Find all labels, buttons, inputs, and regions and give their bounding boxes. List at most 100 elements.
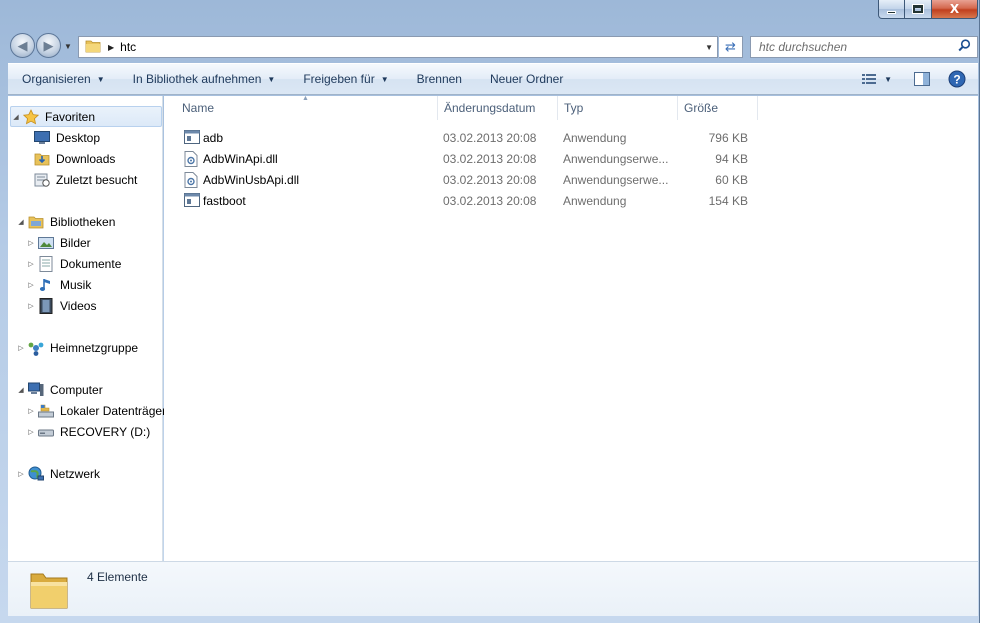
share-with-label: Freigeben für <box>303 72 375 86</box>
file-row[interactable]: fastboot 03.02.2013 20:08 Anwendung 154 KB <box>176 190 756 211</box>
tree-item-recent[interactable]: Zuletzt besucht <box>34 169 137 190</box>
item-count: 4 Elemente <box>87 570 148 584</box>
file-size: 154 KB <box>708 193 748 208</box>
file-name: AdbWinUsbApi.dll <box>203 172 300 187</box>
tree-label: Musik <box>60 277 92 292</box>
collapsed-arrow-icon[interactable]: ▷ <box>26 281 36 289</box>
help-button[interactable]: ? <box>944 64 978 94</box>
minimize-button[interactable] <box>878 0 905 19</box>
tree-label: RECOVERY (D:) <box>60 424 151 439</box>
tree-item-downloads[interactable]: Downloads <box>34 148 115 169</box>
tree-label: Lokaler Datenträger <box>60 403 167 418</box>
new-folder-button[interactable]: Neuer Ordner <box>476 64 577 94</box>
collapsed-arrow-icon[interactable]: ▷ <box>26 407 36 415</box>
caption-buttons: X <box>878 0 978 20</box>
forward-button[interactable]: ▶ <box>36 33 61 58</box>
tree-item-music[interactable]: ▷ Musik <box>26 274 91 295</box>
file-name: AdbWinApi.dll <box>203 151 278 166</box>
recent-places-icon <box>34 172 50 188</box>
address-history-dropdown[interactable]: ▼ <box>705 43 713 52</box>
svg-text:?: ? <box>953 73 960 87</box>
file-list-pane: ▲ Name Änderungsdatum Typ Größe adb 03.02… <box>164 95 978 561</box>
chevron-down-icon: ▼ <box>380 74 389 84</box>
file-name: fastboot <box>203 193 246 208</box>
tree-label: Favoriten <box>45 109 96 124</box>
computer-icon <box>28 382 44 398</box>
collapsed-arrow-icon[interactable]: ▷ <box>26 428 36 436</box>
maximize-icon <box>913 5 923 13</box>
search-box[interactable] <box>750 36 978 58</box>
refresh-icon: ⇄ <box>725 39 736 54</box>
forward-arrow-icon: ▶ <box>43 37 54 53</box>
tree-item-documents[interactable]: ▷ Dokumente <box>26 253 121 274</box>
tree-item-videos[interactable]: ▷ Videos <box>26 295 96 316</box>
tree-label: Computer <box>50 382 103 397</box>
include-in-library-menu[interactable]: In Bibliothek aufnehmen ▼ <box>119 64 290 94</box>
recent-pages-dropdown[interactable]: ▼ <box>64 42 72 51</box>
documents-icon <box>38 255 54 272</box>
column-header-size[interactable]: Größe <box>678 96 758 120</box>
file-name: adb <box>203 130 224 145</box>
folder-icon <box>28 568 70 615</box>
system-drive-icon <box>38 403 54 419</box>
file-date: 03.02.2013 20:08 <box>443 193 537 208</box>
tree-item-homegroup[interactable]: ▷ Heimnetzgruppe <box>16 337 138 358</box>
tree-label: Bilder <box>60 235 91 250</box>
tree-item-libraries[interactable]: ◢ Bibliotheken <box>16 211 115 232</box>
column-label: Größe <box>684 101 719 115</box>
organize-label: Organisieren <box>22 72 91 86</box>
expanded-arrow-icon[interactable]: ◢ <box>16 386 26 394</box>
column-header-type[interactable]: Typ <box>558 96 678 120</box>
file-row[interactable]: adb 03.02.2013 20:08 Anwendung 796 KB <box>176 127 756 148</box>
burn-button[interactable]: Brennen <box>403 64 476 94</box>
address-bar[interactable]: ▶ htc ▼ <box>78 36 718 58</box>
expanded-arrow-icon[interactable]: ◢ <box>16 218 26 226</box>
collapsed-arrow-icon[interactable]: ▷ <box>26 239 36 247</box>
back-button[interactable]: ◀ <box>10 33 35 58</box>
organize-menu[interactable]: Organisieren ▼ <box>8 64 119 94</box>
column-header-date[interactable]: Änderungsdatum <box>438 96 558 120</box>
folder-icon <box>85 39 101 56</box>
collapsed-arrow-icon[interactable]: ▷ <box>26 302 36 310</box>
desktop-icon <box>34 130 50 146</box>
close-button[interactable]: X <box>932 0 978 19</box>
screen-background <box>980 0 990 623</box>
breadcrumb-arrow-icon[interactable]: ▶ <box>108 43 114 52</box>
collapsed-arrow-icon[interactable]: ▷ <box>16 344 26 352</box>
change-view-button[interactable]: ▼ <box>854 64 900 94</box>
file-row[interactable]: AdbWinApi.dll 03.02.2013 20:08 Anwendungse… <box>176 148 756 169</box>
share-with-menu[interactable]: Freigeben für ▼ <box>289 64 402 94</box>
file-date: 03.02.2013 20:08 <box>443 130 537 145</box>
refresh-button[interactable]: ⇄ <box>719 36 743 58</box>
preview-pane-button[interactable] <box>900 64 944 94</box>
file-row[interactable]: AdbWinUsbApi.dll 03.02.2013 20:08 Anwendun… <box>176 169 756 190</box>
include-in-library-label: In Bibliothek aufnehmen <box>132 72 262 86</box>
column-label: Änderungsdatum <box>444 101 536 115</box>
pictures-icon <box>38 235 54 251</box>
breadcrumb-current[interactable]: htc <box>120 40 136 54</box>
tree-item-favorites[interactable]: ◢ Favoriten <box>10 106 162 127</box>
tree-item-recovery-drive[interactable]: ▷ RECOVERY (D:) <box>26 421 150 442</box>
tree-label: Netzwerk <box>50 466 101 481</box>
tree-item-desktop[interactable]: Desktop <box>34 127 100 148</box>
file-type: Anwendung <box>563 130 627 145</box>
drive-icon <box>38 424 54 440</box>
search-icon[interactable] <box>958 39 971 55</box>
file-size: 60 KB <box>715 172 748 187</box>
libraries-icon <box>28 214 44 230</box>
chevron-down-icon: ▼ <box>267 74 276 84</box>
collapsed-arrow-icon[interactable]: ▷ <box>16 470 26 478</box>
collapsed-arrow-icon[interactable]: ▷ <box>26 260 36 268</box>
column-header-name[interactable]: Name <box>176 96 438 120</box>
tree-label: Bibliotheken <box>50 214 116 229</box>
videos-icon <box>38 297 54 314</box>
maximize-button[interactable] <box>905 0 932 19</box>
tree-item-network[interactable]: ▷ Netzwerk <box>16 463 100 484</box>
search-input[interactable] <box>759 40 949 54</box>
help-icon: ? <box>948 70 966 88</box>
tree-item-pictures[interactable]: ▷ Bilder <box>26 232 91 253</box>
tree-item-local-disk[interactable]: ▷ Lokaler Datenträger <box>26 400 166 421</box>
expanded-arrow-icon[interactable]: ◢ <box>11 113 21 121</box>
chevron-down-icon[interactable]: ▼ <box>884 75 892 84</box>
tree-item-computer[interactable]: ◢ Computer <box>16 379 103 400</box>
